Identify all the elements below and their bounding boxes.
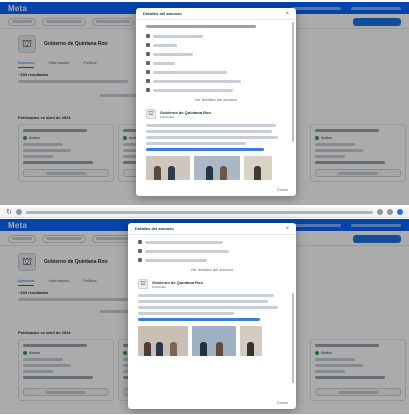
ad-photo[interactable] [240, 326, 262, 356]
url-field[interactable] [25, 210, 373, 214]
modal-title: Detalles del anuncio [143, 11, 182, 16]
ad-details-modal: Detalles del anuncio × Ver detalles del … [136, 8, 296, 196]
close-button[interactable]: Cerrar [277, 400, 288, 405]
browser-address-bar: ↻ [0, 207, 409, 218]
advertiser-name[interactable]: Gobierno de Quintana Roo [160, 110, 211, 115]
extension-icon[interactable] [387, 209, 393, 215]
modal-title: Detalles del anuncio [135, 226, 174, 231]
ad-media [138, 326, 286, 356]
bookmark-icon[interactable] [377, 209, 383, 215]
modal-header: Detalles del anuncio × [136, 8, 296, 20]
ad-photo[interactable] [192, 326, 236, 356]
ad-photo[interactable] [194, 156, 240, 180]
close-icon[interactable]: × [285, 11, 289, 17]
see-ad-details-link[interactable]: Ver detalles del anuncio [138, 267, 286, 272]
close-icon[interactable]: × [285, 226, 289, 232]
profile-icon[interactable] [397, 209, 403, 215]
building-icon: ⛫ [138, 279, 148, 289]
screenshot-top: Meta ⛫ Gobierno de Quintana Roo Anuncios… [0, 2, 409, 205]
ad-photo[interactable] [138, 326, 188, 356]
close-button[interactable]: Cerrar [277, 187, 288, 192]
modal-header: Detalles del anuncio × [128, 223, 296, 235]
advertiser-subtitle: Publicidad [160, 114, 174, 119]
reload-icon[interactable]: ↻ [6, 209, 12, 216]
building-icon: ⛫ [146, 109, 156, 119]
ad-photo[interactable] [244, 156, 272, 180]
lock-icon [15, 209, 22, 215]
ad-details-modal: Detalles del anuncio × Ver detalles del … [128, 223, 296, 409]
advertiser-row: ⛫ Gobierno de Quintana Roo Publicidad [138, 279, 286, 289]
ad-photo[interactable] [146, 156, 190, 180]
advertiser-row: ⛫ Gobierno de Quintana Roo Publicidad [146, 109, 286, 119]
modal-body: Ver detalles del anuncio ⛫ Gobierno de Q… [128, 235, 296, 356]
modal-body: Ver detalles del anuncio ⛫ Gobierno de Q… [136, 20, 296, 180]
advertiser-name[interactable]: Gobierno de Quintana Roo [152, 280, 203, 285]
screenshot-bottom: ↻ Meta ⛫ Gobierno de Quintana Roo Anunci… [0, 207, 409, 414]
advertiser-subtitle: Publicidad [152, 284, 166, 289]
ad-media [146, 156, 286, 180]
see-ad-details-link[interactable]: Ver detalles del anuncio [146, 97, 286, 102]
